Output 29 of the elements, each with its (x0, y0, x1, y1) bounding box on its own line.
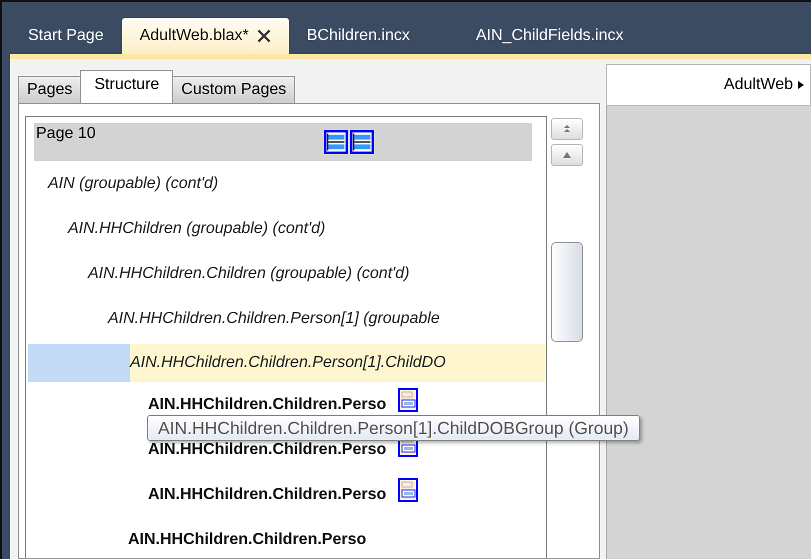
double-up-arrow-icon (562, 124, 572, 134)
tree-item[interactable]: AIN.HHChildren.Children.Person[1] (groupable (26, 296, 546, 341)
document-tab[interactable]: Start Page (10, 18, 122, 54)
breadcrumb-item[interactable]: AdultWeb (724, 76, 793, 94)
tree-item[interactable]: AIN.HHChildren.Children.Perso (26, 517, 546, 558)
tree-item[interactable]: AIN.HHChildren (groupable) (cont'd) (26, 206, 546, 251)
layout-icon[interactable] (350, 130, 374, 154)
tree-item[interactable]: AIN.HHChildren.Children (groupable) (cont'd) (26, 251, 546, 296)
panel-tab[interactable]: Pages (18, 76, 82, 103)
document-tab[interactable]: AIN_ChildFields.incx (458, 18, 642, 54)
tree-item[interactable]: AIN (groupable) (cont'd) (26, 161, 546, 206)
web-field-icon (398, 388, 418, 412)
scroll-thumb[interactable] (551, 242, 583, 342)
scroll-up-button[interactable] (551, 144, 583, 166)
tooltip: AIN.HHChildren.Children.Person[1].ChildDOBGroup (Group) (147, 415, 640, 441)
scroll-top-button[interactable] (551, 118, 583, 140)
tree-item[interactable]: AIN.HHChildren.Children.Perso (26, 472, 546, 517)
layout-icon[interactable] (324, 130, 348, 154)
panel-tab[interactable]: Structure (80, 70, 174, 103)
up-arrow-icon (562, 150, 572, 160)
caret-icon[interactable] (798, 80, 804, 90)
document-tab[interactable]: AdultWeb.blax* (122, 18, 289, 54)
web-field-icon (398, 478, 418, 502)
page-row[interactable]: Page 10 (34, 123, 532, 161)
tree-item[interactable]: AIN.HHChildren.Children.Person[1].ChildDO (28, 344, 546, 382)
close-icon[interactable] (256, 29, 271, 43)
page-label: Page 10 (35, 124, 97, 144)
panel-tab[interactable]: Custom Pages (172, 76, 296, 103)
document-tab[interactable]: BChildren.incx (288, 18, 458, 54)
